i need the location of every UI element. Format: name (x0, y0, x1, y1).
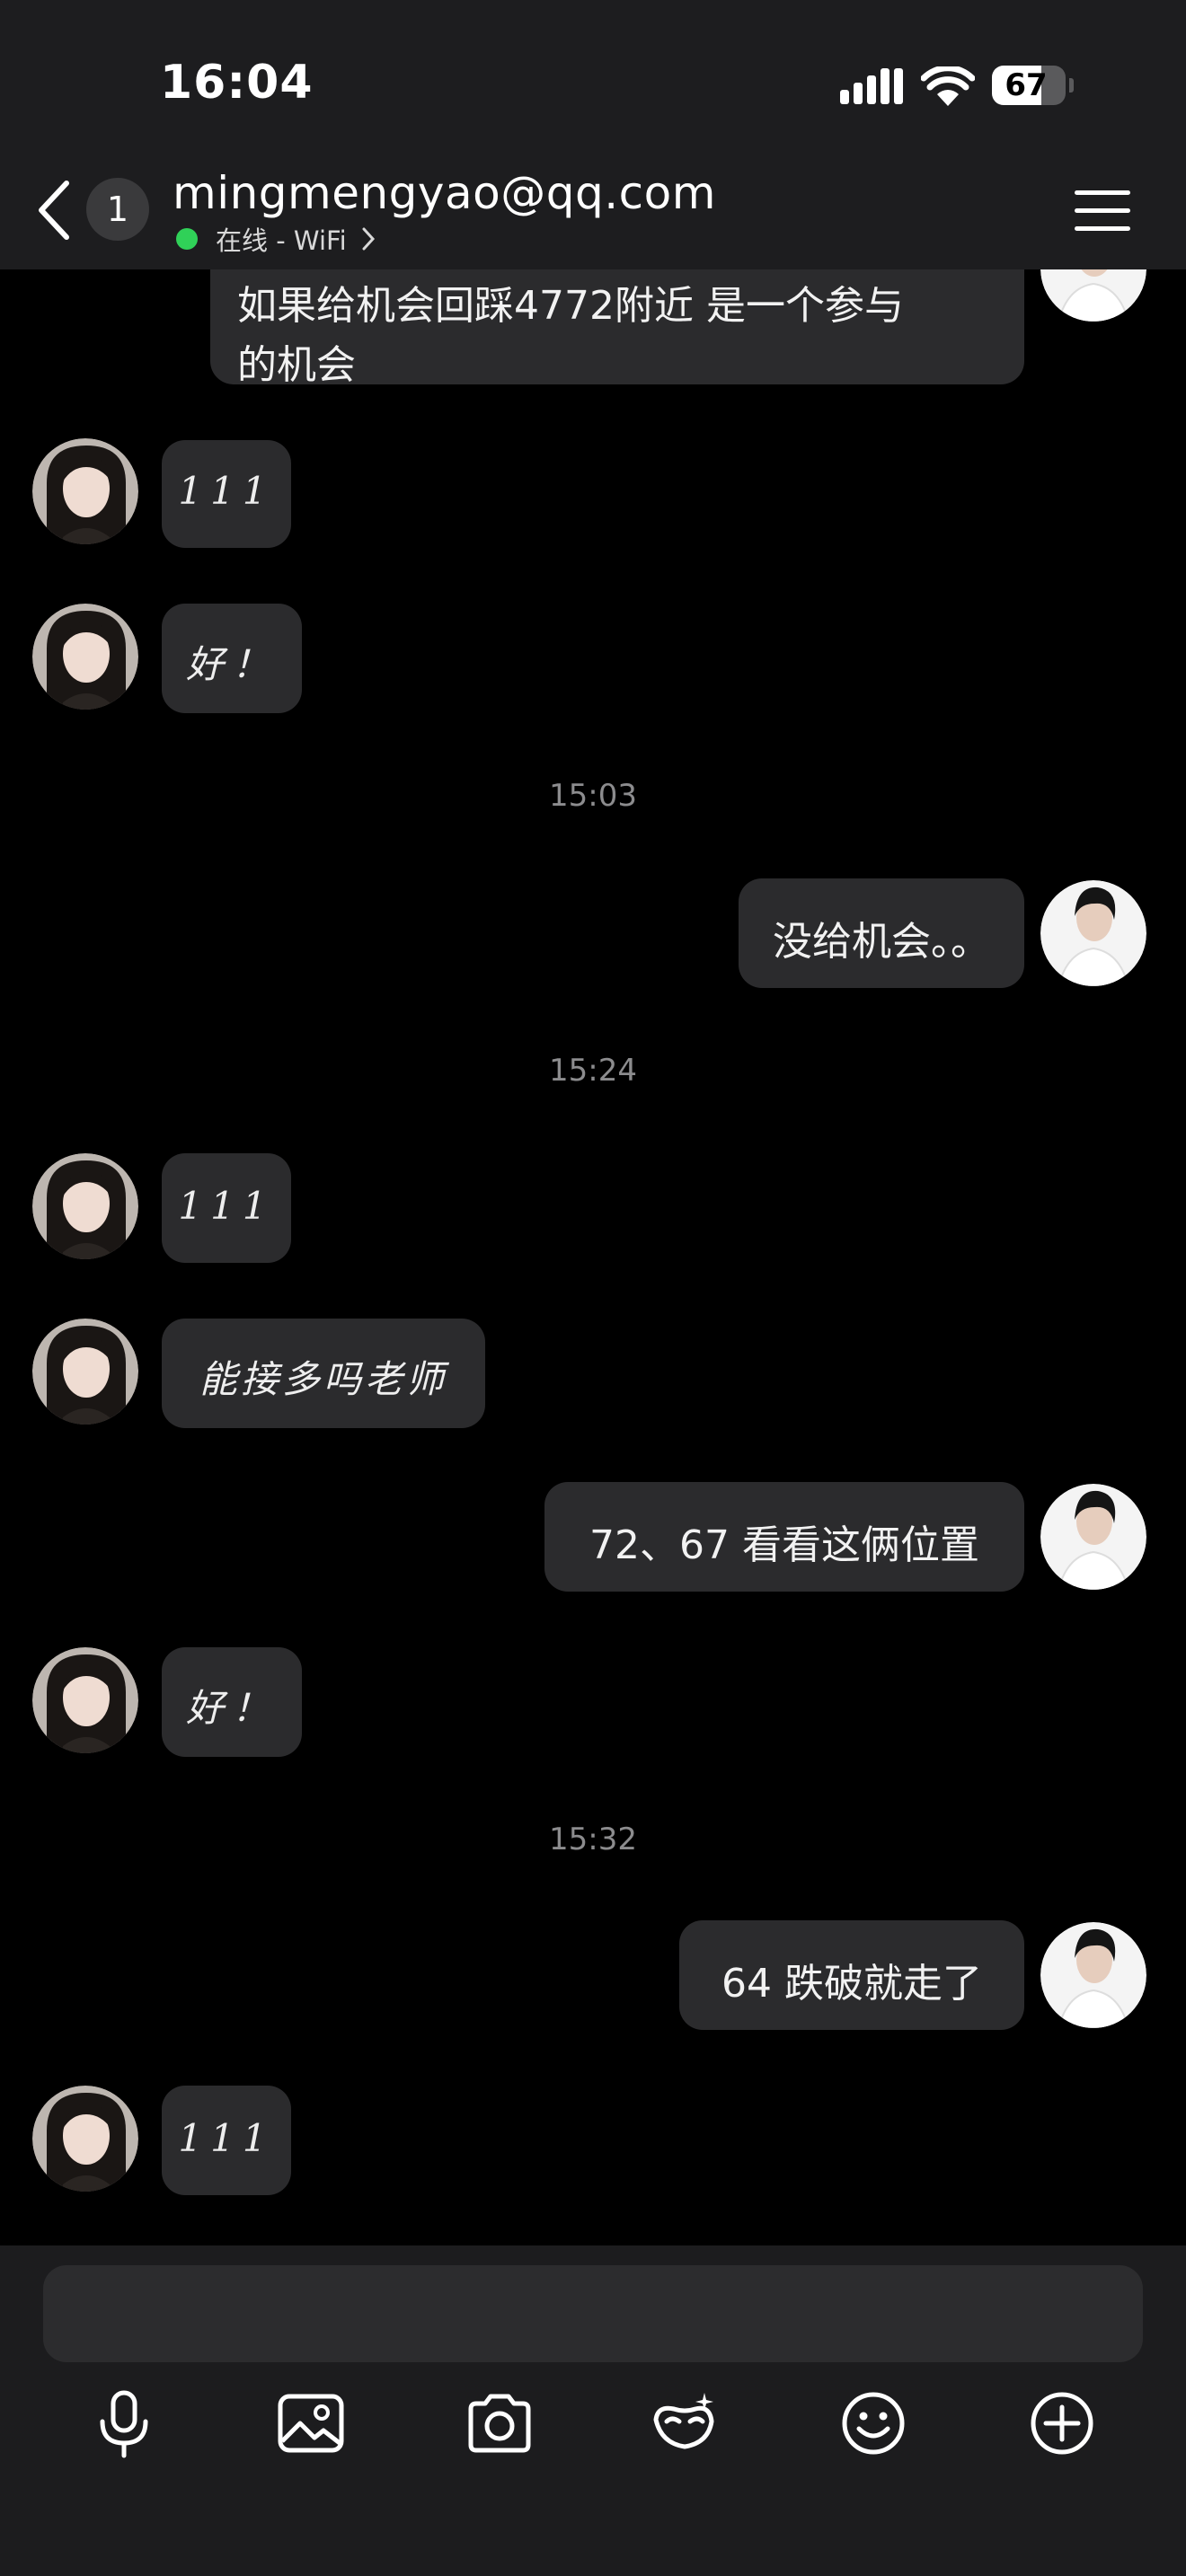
battery-level: 67 (1005, 67, 1048, 103)
message-bubble-incoming[interactable]: 111 (162, 1153, 291, 1263)
my-avatar[interactable] (1040, 1484, 1146, 1590)
back-button[interactable] (32, 176, 83, 244)
composer-bar (0, 2245, 1186, 2576)
message-bubble-outgoing[interactable]: 如果给机会回踩4772附近 是一个参与 的机会 (210, 269, 1024, 388)
wifi-icon (921, 66, 975, 106)
contact-avatar[interactable] (32, 604, 138, 710)
contact-avatar[interactable] (32, 1319, 138, 1425)
timestamp: 15:03 (549, 778, 637, 814)
timestamp: 15:24 (549, 1053, 637, 1089)
message-bubble-outgoing[interactable]: 72、67 看看这俩位置 (544, 1482, 1024, 1592)
chevron-right-icon (362, 227, 375, 251)
my-avatar[interactable] (1040, 269, 1146, 322)
battery-indicator: 67 (992, 66, 1074, 105)
signal-icon (840, 68, 903, 104)
camera-icon[interactable] (464, 2387, 535, 2459)
message-bubble-incoming[interactable]: 好！ (162, 604, 302, 713)
message-bubble-incoming[interactable]: 好！ (162, 1647, 302, 1757)
contact-avatar[interactable] (32, 2086, 138, 2192)
contact-avatar[interactable] (32, 1153, 138, 1259)
contact-name[interactable]: mingmengyao@qq.com (173, 167, 716, 219)
contact-avatar[interactable] (32, 438, 138, 544)
chat-header: 16:04 67 1 mingmengyao@qq.com 在线 - WiFi (0, 0, 1186, 269)
message-bubble-outgoing[interactable]: 64 跌破就走了 (679, 1920, 1024, 2030)
message-list[interactable]: 如果给机会回踩4772附近 是一个参与 的机会 111 好！ 15:03 没给机… (0, 269, 1186, 2245)
my-avatar[interactable] (1040, 1922, 1146, 2028)
message-bubble-outgoing[interactable]: 没给机会。。 (739, 878, 1024, 988)
timestamp: 15:32 (549, 1822, 637, 1857)
online-dot (176, 228, 198, 250)
status-time: 16:04 (160, 56, 314, 110)
unread-badge[interactable]: 1 (86, 178, 149, 241)
contact-avatar[interactable] (32, 1647, 138, 1753)
image-icon[interactable] (275, 2387, 347, 2459)
online-status-text: 在线 - WiFi (216, 225, 347, 256)
plus-icon[interactable] (1026, 2387, 1098, 2459)
online-status[interactable]: 在线 - WiFi (176, 223, 377, 256)
my-avatar[interactable] (1040, 880, 1146, 986)
mask-icon[interactable] (649, 2387, 721, 2459)
message-bubble-incoming[interactable]: 111 (162, 2086, 291, 2195)
message-bubble-incoming[interactable]: 111 (162, 440, 291, 548)
emoji-icon[interactable] (837, 2387, 909, 2459)
microphone-icon[interactable] (88, 2387, 160, 2459)
message-input[interactable] (43, 2265, 1143, 2362)
menu-button[interactable] (1075, 187, 1130, 235)
message-bubble-incoming[interactable]: 能接多吗老师 (162, 1319, 485, 1428)
